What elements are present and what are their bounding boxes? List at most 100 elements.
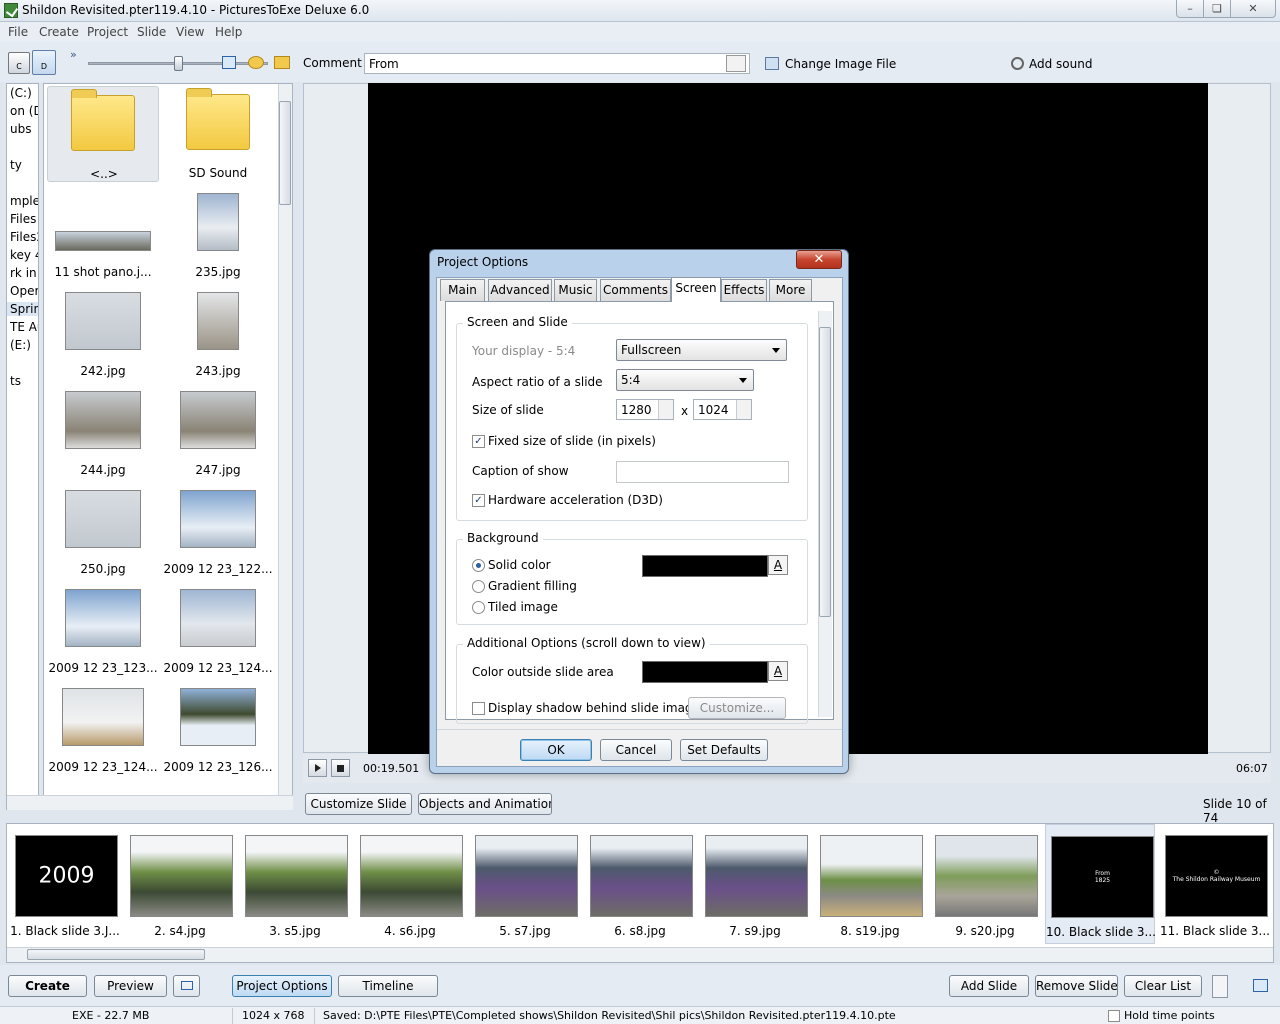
tree-item[interactable]: on (D [10,104,38,118]
tree-item[interactable]: Files [10,212,36,226]
menu-create[interactable]: Create [39,25,79,39]
browser-horizontal-scrollbar[interactable] [7,795,293,810]
outside-color-picker-button[interactable]: A [768,661,788,681]
display-mode-select[interactable]: Fullscreen [616,339,787,361]
maximize-button[interactable]: ❏ [1203,0,1231,18]
file-browser-panel[interactable]: <..> SD Sound 11 shot pano.j... 235.jpg 242.… [43,83,293,810]
tree-item[interactable]: ts [10,374,21,388]
slide-strip-item[interactable]: 5. s7.jpg [470,824,580,944]
comment-notes-icon[interactable] [726,55,746,72]
outside-color-swatch[interactable] [642,661,768,683]
clear-list-button[interactable]: Clear List [1124,975,1202,997]
stop-button[interactable] [331,759,350,777]
comment-input[interactable] [364,53,750,74]
height-spin-arrows-icon[interactable] [736,400,751,419]
menu-project[interactable]: Project [87,25,128,39]
folder-item[interactable]: SD Sound [162,86,274,182]
tree-item[interactable]: rk in p [10,266,38,280]
browser-scroll-thumb[interactable] [279,101,291,205]
width-spin-arrows-icon[interactable] [658,400,673,419]
remove-slide-button[interactable]: Remove Slide [1035,975,1118,997]
tab-screen[interactable]: Screen [671,277,721,302]
tab-comments[interactable]: Comments [600,279,671,301]
add-sound-link[interactable]: Add sound [1029,57,1092,71]
image-thumbnail[interactable]: 2009 12 23_122... [162,482,274,578]
slide-strip-item[interactable]: 8. s19.jpg [815,824,925,944]
strip-scroll-thumb[interactable] [27,949,205,960]
menu-slide[interactable]: Slide [137,25,166,39]
play-button[interactable] [308,759,327,777]
overflow-chevron-icon[interactable]: » [70,48,77,61]
slide-strip[interactable]: 2009 1. Black slide 3.J... 2. s4.jpg 3. s5.… [6,823,1274,963]
tree-item[interactable]: Oper [10,284,38,298]
tree-item[interactable]: Files2 [10,230,38,244]
image-thumbnail[interactable]: 250.jpg [47,482,159,578]
menu-view[interactable]: View [176,25,204,39]
set-defaults-button[interactable]: Set Defaults [680,739,768,761]
options-scroll-thumb[interactable] [819,327,831,617]
tree-item[interactable]: Sprin [7,302,38,316]
background-color-picker-button[interactable]: A [768,555,788,575]
project-options-button[interactable]: Project Options [232,975,332,997]
fullscreen-preview-button[interactable] [173,975,200,997]
preview-button[interactable]: Preview [94,975,167,997]
menu-file[interactable]: File [8,25,28,39]
image-thumbnail[interactable]: 235.jpg [162,185,274,281]
solid-color-radio[interactable] [472,559,485,572]
tree-item[interactable]: ty [10,158,22,172]
folder-tree-panel[interactable]: (C:) on (D ubs ty mplet Files Files2 key 4 rk in… [6,83,39,810]
customize-shadow-button[interactable]: Customize... [688,697,786,719]
zoom-slider-thumb[interactable] [174,56,183,71]
slide-height-input[interactable]: 1024 [693,399,752,420]
tree-item[interactable]: ubs [10,122,31,136]
tab-more[interactable]: More [769,279,812,301]
image-thumbnail[interactable]: 243.jpg [162,284,274,380]
tab-effects[interactable]: Effects [721,279,767,301]
drive-c-button[interactable]: C [8,52,30,74]
background-color-swatch[interactable] [642,555,768,577]
display-shadow-checkbox[interactable] [472,702,485,715]
tab-music[interactable]: Music [554,279,597,301]
slide-strip-item[interactable]: From 1825 10. Black slide 3.... [1045,824,1156,944]
dialog-close-button[interactable]: ✕ [796,250,842,269]
favorites-folder-icon[interactable] [248,56,264,69]
customize-slide-button[interactable]: Customize Slide [305,793,412,815]
image-thumbnail[interactable]: 244.jpg [47,383,159,479]
slide-strip-item[interactable]: 6. s8.jpg [585,824,695,944]
gradient-filling-radio[interactable] [472,580,485,593]
tree-item[interactable]: TE Au [10,320,38,334]
tree-item[interactable]: (C:) [10,86,32,100]
aspect-ratio-select[interactable]: 5:4 [616,369,754,391]
image-thumbnail[interactable]: 2009 12 23_126... [162,680,274,776]
tiled-image-radio[interactable] [472,601,485,614]
timeline-button[interactable]: Timeline [338,975,438,997]
menu-help[interactable]: Help [215,25,242,39]
image-thumbnail[interactable]: 2009 12 23_124... [47,680,159,776]
image-thumbnail[interactable]: 247.jpg [162,383,274,479]
folder-up-icon[interactable] [274,56,290,69]
caption-of-show-input[interactable] [616,461,789,483]
hardware-acceleration-checkbox[interactable]: ✓ [472,494,485,507]
create-button[interactable]: Create [8,975,87,997]
close-window-button[interactable]: ✕ [1230,0,1276,18]
slide-strip-item[interactable]: 7. s9.jpg [700,824,810,944]
tab-main[interactable]: Main [440,279,485,301]
tree-item[interactable]: key 4 [10,248,38,262]
image-thumbnail[interactable]: 11 shot pano.j... [47,185,159,281]
drive-d-button[interactable]: D [32,50,56,75]
objects-and-animation-button[interactable]: Objects and Animation [418,793,552,815]
slide-width-input[interactable]: 1280 [616,399,674,420]
slide-strip-item[interactable]: 9. s20.jpg [930,824,1040,944]
slide-strip-item[interactable]: © The Shildon Railway Museum 11. Black sl… [1160,824,1270,944]
fixed-size-checkbox[interactable]: ✓ [472,435,485,448]
image-thumbnail[interactable]: 2009 12 23_124... [162,581,274,677]
slide-strip-item[interactable]: 3. s5.jpg [240,824,350,944]
folder-item[interactable]: <..> [47,86,159,182]
image-thumbnail[interactable]: 242.jpg [47,284,159,380]
hold-time-points-checkbox[interactable] [1108,1010,1120,1022]
ok-button[interactable]: OK [520,739,592,761]
tree-item[interactable]: mplet [10,194,38,208]
add-slide-button[interactable]: Add Slide [949,975,1029,997]
view-thumbnails-icon[interactable] [222,56,236,69]
add-sound-icon[interactable] [1011,57,1024,70]
